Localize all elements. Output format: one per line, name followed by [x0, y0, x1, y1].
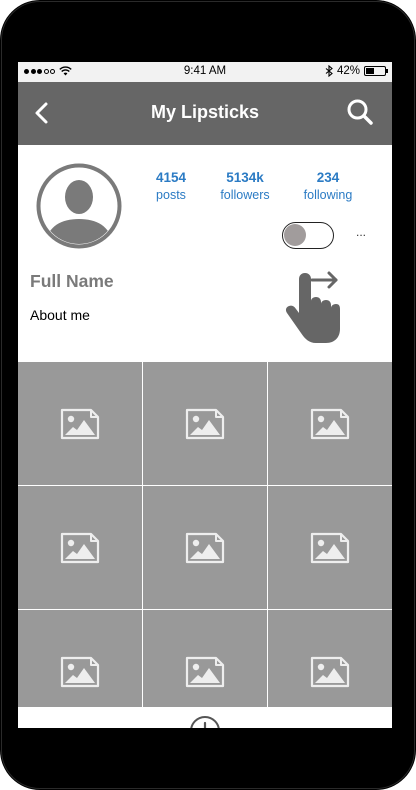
toggle-knob [284, 224, 306, 246]
image-placeholder-icon [60, 408, 100, 439]
status-bar: 9:41 AM 42% [18, 62, 392, 82]
phone-frame: 9:41 AM 42% My Lipsticks 4154 posts 5134… [0, 0, 416, 790]
status-right: 42% [325, 65, 388, 77]
image-placeholder-icon [60, 656, 100, 687]
stat-following-value: 234 [316, 170, 340, 185]
stat-followers[interactable]: 5134k followers [210, 170, 280, 202]
stat-posts-label: posts [156, 188, 186, 202]
grid-item[interactable] [18, 486, 142, 609]
grid-item[interactable] [143, 486, 267, 609]
image-placeholder-icon [310, 408, 350, 439]
swipe-gesture-icon [285, 271, 340, 343]
grid-item[interactable] [268, 362, 392, 485]
stat-following[interactable]: 234 following [293, 170, 363, 202]
bluetooth-icon [325, 65, 333, 77]
image-placeholder-icon [185, 532, 225, 563]
stat-posts[interactable]: 4154 posts [136, 170, 206, 202]
more-options-icon[interactable]: ... [356, 225, 366, 239]
add-post-icon[interactable] [189, 715, 221, 728]
profile-toggle[interactable] [282, 222, 334, 249]
profile-header: 4154 posts 5134k followers 234 following… [18, 145, 392, 362]
image-placeholder-icon [310, 656, 350, 687]
stat-following-label: following [303, 188, 353, 202]
image-placeholder-icon [60, 532, 100, 563]
battery-percent: 42% [336, 65, 360, 77]
battery-fill [366, 68, 374, 74]
image-placeholder-icon [185, 656, 225, 687]
grid-item[interactable] [18, 610, 142, 707]
image-placeholder-icon [310, 532, 350, 563]
battery-icon [364, 66, 388, 76]
stat-followers-label: followers [220, 188, 270, 202]
profile-full-name: Full Name [30, 271, 114, 291]
bottom-tab-bar [18, 707, 392, 728]
search-icon[interactable] [346, 98, 374, 126]
grid-item[interactable] [143, 610, 267, 707]
grid-item[interactable] [143, 362, 267, 485]
stat-followers-value: 5134k [226, 170, 264, 185]
grid-item[interactable] [268, 486, 392, 609]
nav-bar: My Lipsticks [18, 82, 392, 145]
screen: 9:41 AM 42% My Lipsticks 4154 posts 5134… [18, 62, 392, 728]
image-placeholder-icon [185, 408, 225, 439]
page-title: My Lipsticks [150, 102, 260, 122]
grid-item[interactable] [268, 610, 392, 707]
photo-grid [18, 362, 392, 707]
stat-posts-value: 4154 [155, 170, 187, 185]
profile-about: About me [30, 307, 90, 323]
grid-item[interactable] [18, 362, 142, 485]
avatar[interactable] [36, 163, 122, 249]
